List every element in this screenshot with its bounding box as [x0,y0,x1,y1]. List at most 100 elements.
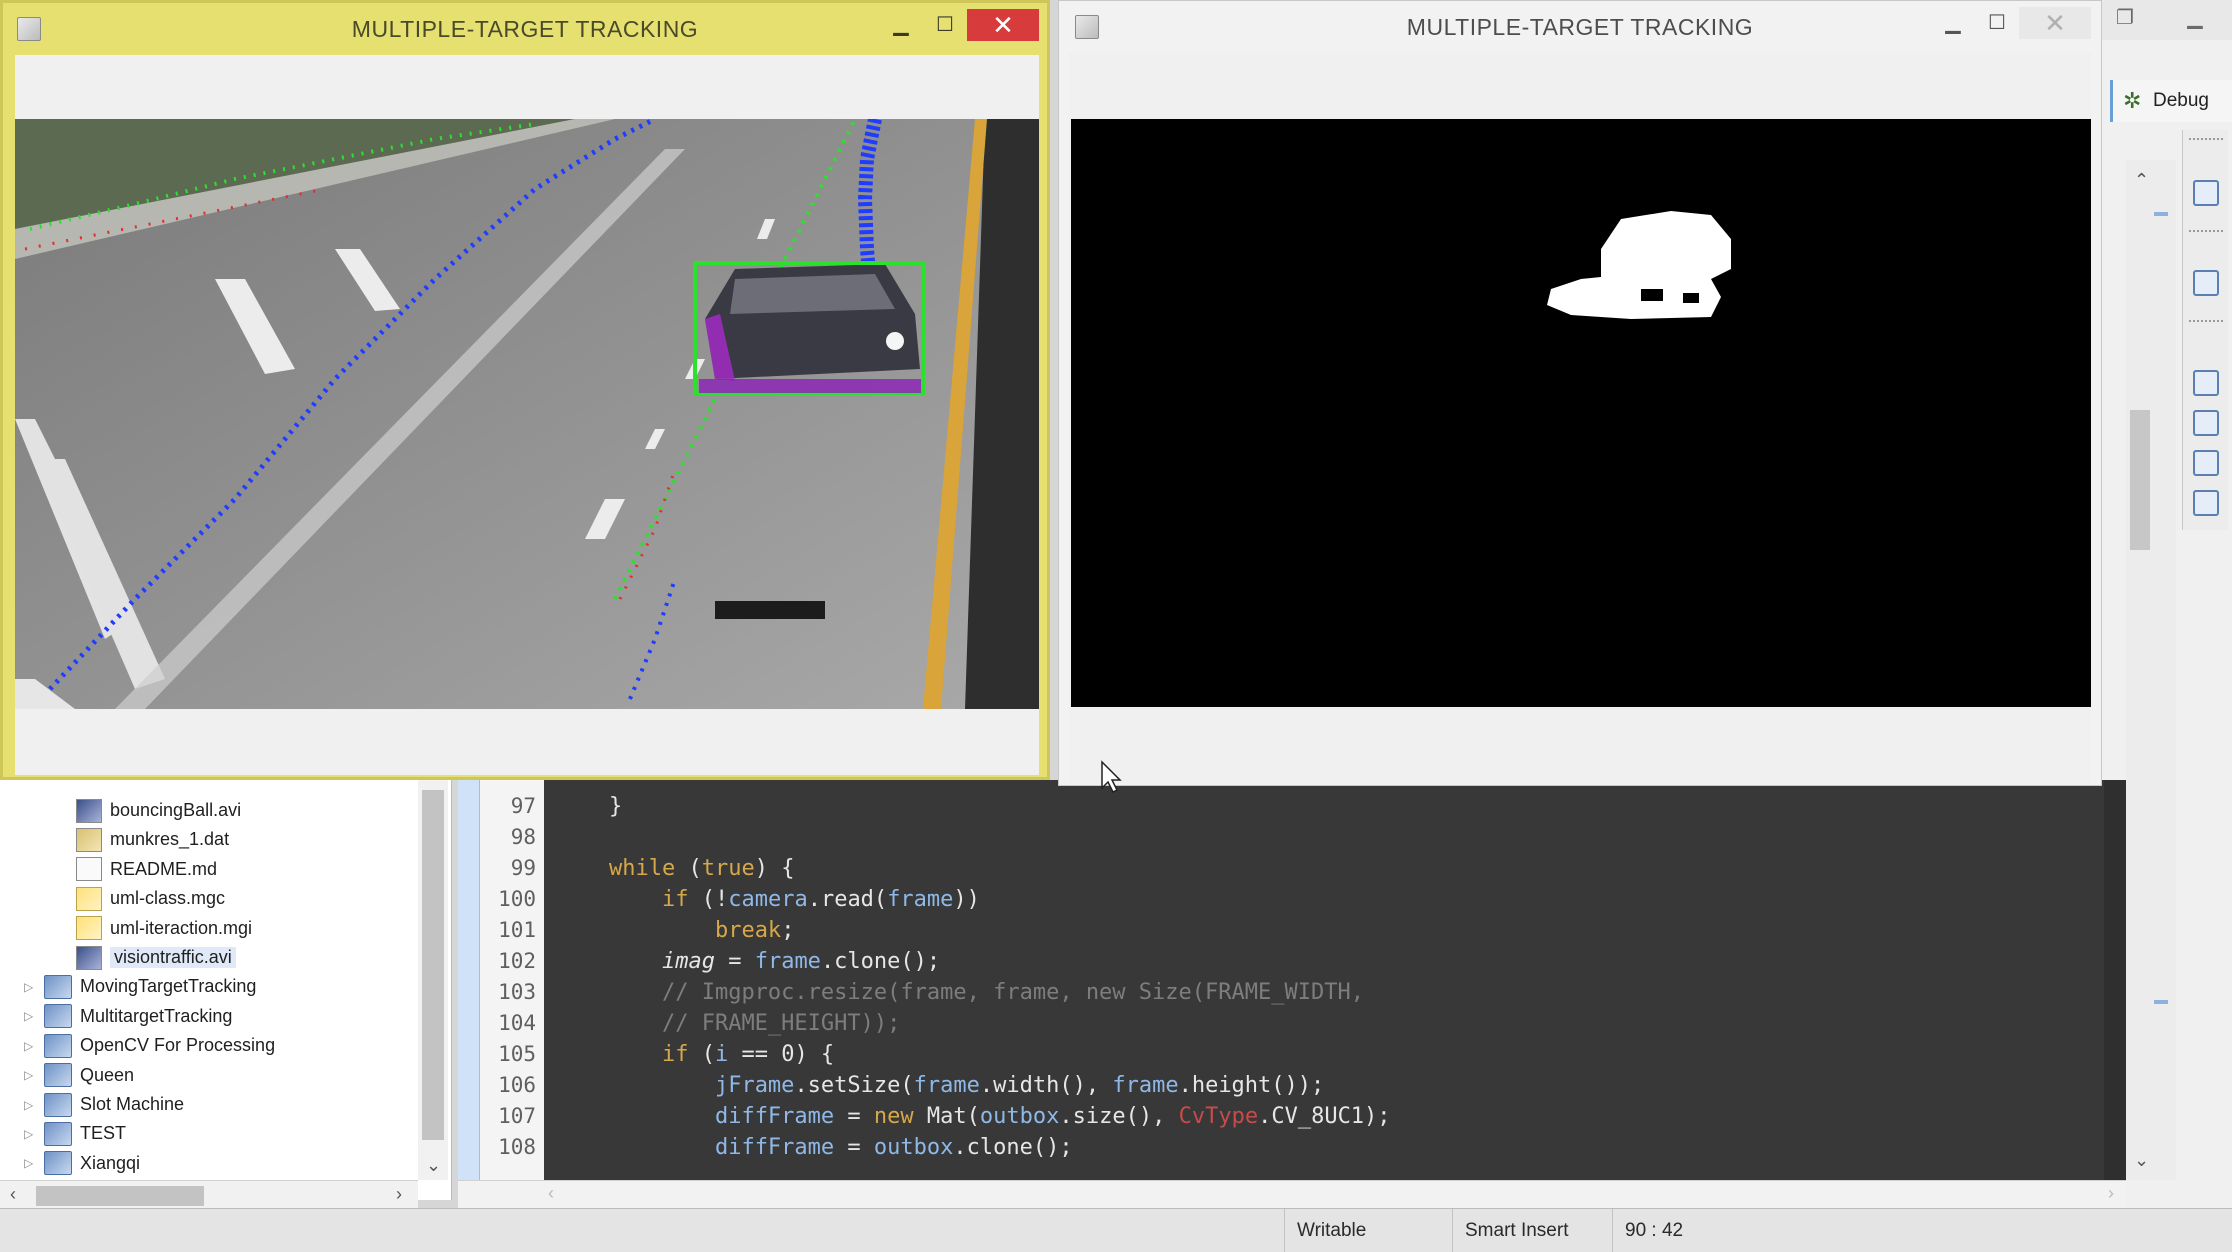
expressions-view-icon[interactable] [2193,410,2219,436]
chevron-left-icon[interactable]: ‹ [548,1183,554,1204]
maximize-button[interactable]: ☐ [1979,7,2015,39]
project-name-label: MovingTargetTracking [80,976,257,997]
expand-arrow-icon[interactable]: ▷ [24,980,36,994]
file-name-label: munkres_1.dat [110,829,230,850]
java-project-icon [44,1004,72,1029]
traffic-video-svg [15,119,1039,709]
maximize-button[interactable]: ☐ [927,9,963,41]
explorer-project-item[interactable]: ▷ Xiangqi [24,1149,140,1178]
java-app-icon[interactable] [17,17,41,41]
explorer-file-item[interactable]: README.md [76,855,217,884]
java-project-icon [44,1063,72,1088]
project-name-label: OpenCV For Processing [80,1035,276,1056]
expand-arrow-icon[interactable]: ▷ [24,1039,36,1053]
code-line[interactable]: jFrame.setSize(frame.width(), frame.heig… [556,1073,1324,1098]
chevron-right-icon[interactable]: › [2108,1183,2114,1204]
file-name-label: README.md [110,858,218,879]
code-line[interactable]: // FRAME_HEIGHT)); [556,1011,900,1036]
explorer-file-item[interactable]: uml-iteraction.mgi [76,914,252,943]
chevron-up-icon[interactable]: ⌃ [2134,170,2149,191]
line-number: 106 [498,1073,536,1097]
debug-label: Debug [2153,90,2209,111]
line-number: 99 [510,856,536,880]
expand-arrow-icon[interactable]: ▷ [24,1127,36,1141]
breakpoints-view-icon[interactable] [2193,370,2219,396]
ide-minimize-icon[interactable]: ▁ [2180,6,2210,30]
outline-view-icon[interactable] [2193,180,2219,206]
explorer-project-item[interactable]: ▷ MultitargetTracking [24,1002,232,1031]
code-line[interactable]: } [556,794,622,819]
chevron-down-icon[interactable]: ⌄ [426,1155,441,1176]
explorer-horizontal-scrollbar[interactable]: ‹ › [0,1180,418,1210]
code-editor[interactable]: 97 98 99 100 101 102 103 104 105 106 107 108 } whil… [458,780,2126,1180]
bug-icon: ✲ [2123,88,2142,113]
line-number: 102 [498,949,536,973]
scroll-thumb[interactable] [2130,410,2150,550]
code-line[interactable]: if (!camera.read(frame)) [556,887,980,912]
explorer-file-item[interactable]: bouncingBall.avi [76,796,241,825]
minimize-button[interactable]: ▁ [1935,7,1971,39]
package-explorer: bouncingBall.avi munkres_1.dat README.md um… [0,780,452,1210]
code-line[interactable]: break; [556,918,794,943]
code-line[interactable]: diffFrame = new Mat(outbox.size(), CvTyp… [556,1104,1391,1129]
scroll-thumb[interactable] [422,790,444,1140]
expand-arrow-icon[interactable]: ▷ [24,1156,36,1170]
status-cursor-position: 90 : 42 [1612,1209,1772,1252]
editor-horizontal-scrollbar[interactable]: ‹ › [458,1180,2126,1208]
minimize-button[interactable]: ▁ [883,9,919,41]
tasks-view-icon[interactable] [2193,450,2219,476]
explorer-file-item[interactable]: uml-class.mgc [76,884,225,913]
chevron-right-icon[interactable]: › [396,1184,402,1205]
file-name-label: visiontraffic.avi [110,947,236,968]
chevron-left-icon[interactable]: ‹ [10,1184,16,1205]
expand-arrow-icon[interactable]: ▷ [24,1098,36,1112]
line-number: 105 [498,1042,536,1066]
code-line[interactable]: if (i == 0) { [556,1042,834,1067]
line-number: 107 [498,1104,536,1128]
tracking-window-mask[interactable]: MULTIPLE-TARGET TRACKING ▁ ☐ ✕ [1058,0,2102,786]
project-name-label: Xiangqi [80,1152,141,1173]
scroll-thumb[interactable] [36,1186,204,1206]
java-project-icon [44,1151,72,1176]
code-line[interactable]: // Imgproc.resize(frame, frame, new Size… [556,980,1364,1005]
expand-arrow-icon[interactable]: ▷ [24,1009,36,1023]
close-button[interactable]: ✕ [967,9,1039,41]
project-name-label: Slot Machine [80,1094,185,1114]
video-file-icon [76,945,102,970]
explorer-project-item[interactable]: ▷ Slot Machine [24,1090,184,1119]
code-text-area[interactable]: } while (true) { if (!camera.read(frame)… [544,780,2104,1180]
view-toolbar-strip [2182,130,2228,530]
explorer-vertical-scrollbar[interactable]: ⌄ [418,780,448,1180]
editor-vertical-scrollbar[interactable]: ⌃ ⌄ [2126,160,2176,1180]
overview-ruler-mark[interactable] [2154,212,2168,216]
contour-overlay [699,379,921,393]
console-view-icon[interactable] [2193,490,2219,516]
close-button[interactable]: ✕ [2019,7,2091,39]
expand-arrow-icon[interactable]: ▷ [24,1068,36,1082]
explorer-file-item[interactable]: munkres_1.dat [76,825,229,854]
separator [2189,230,2223,234]
tracking-window-video[interactable]: MULTIPLE-TARGET TRACKING ▁ ☐ ✕ [0,0,1050,780]
data-file-icon [76,827,102,852]
text-file-icon [76,857,102,882]
line-number: 97 [510,794,536,818]
code-line[interactable]: imag = frame.clone(); [556,949,940,974]
overview-ruler-mark[interactable] [2154,1000,2168,1004]
java-app-icon[interactable] [1075,15,1099,39]
ide-window-controls: ❐ ▁ [2102,0,2232,40]
explorer-project-item[interactable]: ▷ Queen [24,1061,134,1090]
debug-perspective-tab[interactable]: ✲ Debug [2110,80,2232,122]
code-line[interactable]: while (true) { [556,856,794,881]
code-line[interactable]: diffFrame = outbox.clone(); [556,1135,1073,1160]
line-number-gutter: 97 98 99 100 101 102 103 104 105 106 107 108 [480,780,544,1180]
chevron-down-icon[interactable]: ⌄ [2134,1150,2149,1171]
project-name-label: TEST [80,1123,127,1144]
java-project-icon [44,1092,72,1117]
line-number: 98 [510,825,536,849]
explorer-project-item[interactable]: ▷ TEST [24,1119,126,1148]
explorer-file-item[interactable]: visiontraffic.avi [76,943,236,972]
explorer-project-item[interactable]: ▷ OpenCV For Processing [24,1031,275,1060]
hierarchy-view-icon[interactable] [2193,270,2219,296]
explorer-project-item[interactable]: ▷ MovingTargetTracking [24,972,256,1001]
ide-restore-icon[interactable]: ❐ [2110,6,2140,30]
